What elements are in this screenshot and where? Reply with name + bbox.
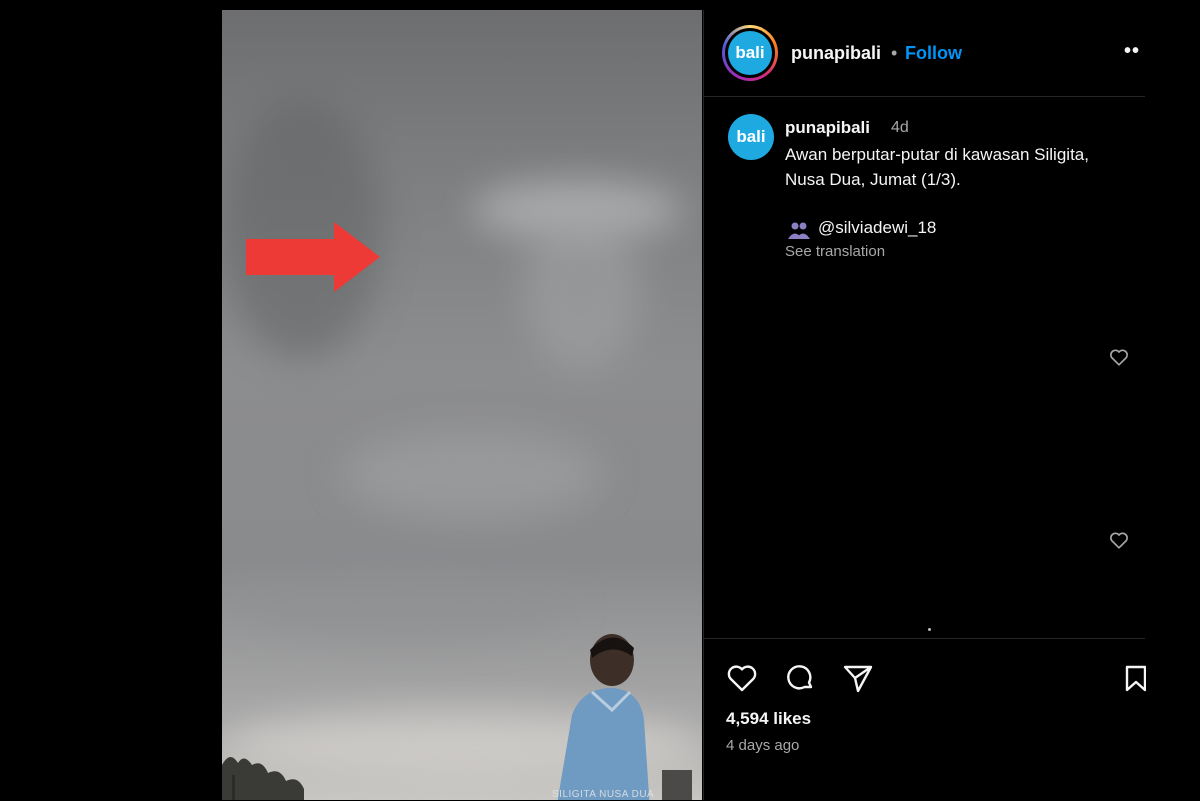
cloud-shape [522, 210, 642, 370]
comment-icon[interactable] [782, 660, 818, 696]
avatar[interactable]: bali [728, 31, 772, 75]
header-username[interactable]: punapibali [791, 43, 881, 64]
post-header: bali punapibali • Follow •• [704, 10, 1145, 97]
separator-dot: • [891, 43, 898, 63]
see-translation-link[interactable]: See translation [785, 243, 885, 260]
scroll-indicator [928, 628, 931, 631]
more-icon[interactable]: •• [1124, 40, 1140, 63]
heart-icon[interactable] [1108, 529, 1130, 551]
follow-button[interactable]: Follow [905, 43, 962, 64]
caption-time[interactable]: 4d [891, 119, 909, 137]
caption-username[interactable]: punapibali [785, 118, 870, 138]
bookmark-icon[interactable] [1124, 660, 1146, 696]
video-watermark: SILIGITA NUSA DUA [552, 789, 655, 800]
tagged-people-icon [788, 222, 810, 239]
red-arrow-annotation [246, 222, 380, 292]
cloud-shape [342, 430, 602, 520]
action-bar: 4,594 likes 4 days ago [704, 638, 1146, 801]
post-media[interactable]: SILIGITA NUSA DUA [222, 10, 702, 800]
heart-icon[interactable] [724, 660, 760, 696]
tagged-user-link[interactable]: @silviadewi_18 [818, 218, 936, 238]
heart-icon[interactable] [1108, 346, 1130, 368]
post-date[interactable]: 4 days ago [726, 737, 799, 754]
share-icon[interactable] [840, 660, 876, 696]
caption-avatar[interactable]: bali [728, 114, 774, 160]
caption-text: Awan berputar-putar di kawasan Siligita,… [785, 145, 1089, 189]
post-sidebar: bali punapibali • Follow •• bali punapib… [703, 10, 1146, 801]
likes-count[interactable]: 4,594 likes [726, 709, 811, 729]
person-silhouette [557, 634, 692, 800]
cloud-shape [242, 570, 572, 640]
trees-silhouette [222, 757, 304, 800]
